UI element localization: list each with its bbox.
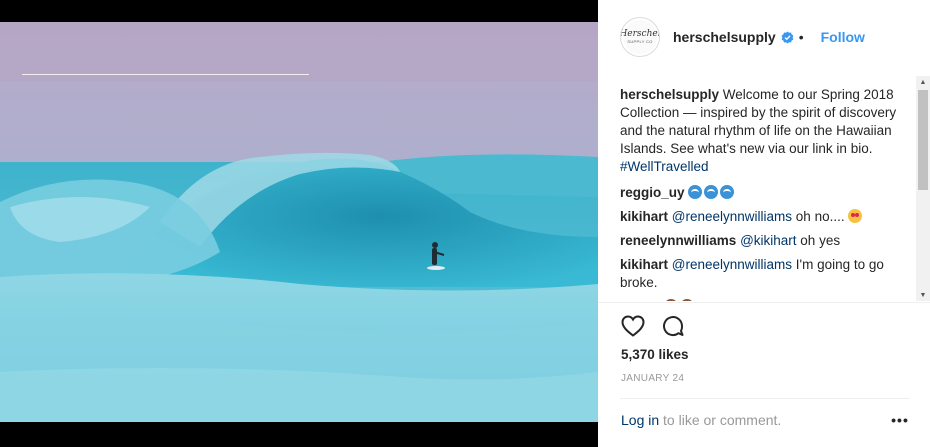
post-caption: herschelsupply Welcome to our Spring 201… [620, 86, 908, 176]
header-separator: • [798, 29, 804, 45]
footer-divider [620, 398, 910, 399]
scrollbar-thumb[interactable] [918, 90, 928, 190]
actions-divider [598, 302, 930, 303]
comments-list[interactable]: herschelsupply Welcome to our Spring 201… [620, 86, 908, 301]
comment-username[interactable]: kikihart [620, 209, 668, 224]
list-item: kikihart @reneelynnwilliams oh no.... [620, 208, 908, 226]
surf-wave-image [0, 22, 598, 422]
comment-mention[interactable]: @kikihart [740, 233, 796, 248]
list-item: reggio_uy [620, 184, 908, 202]
heart-eyes-emoji-icon [848, 209, 863, 223]
more-options-icon[interactable]: ••• [890, 410, 910, 430]
heart-icon [621, 315, 645, 337]
comment-mention[interactable]: @reneelynnwilliams [672, 257, 792, 272]
follow-button[interactable]: Follow [821, 29, 865, 45]
caption-username[interactable]: herschelsupply [620, 87, 719, 102]
wave-emoji-icon [704, 185, 719, 199]
comment-text: oh yes [796, 233, 841, 248]
avatar[interactable]: Herschel SUPPLY CO [620, 17, 660, 57]
comments-scrollbar[interactable]: ▲ ▼ [916, 76, 930, 301]
post-media [0, 0, 598, 447]
comment-username[interactable]: reneelynnwilliams [620, 233, 736, 248]
login-prompt-text: to like or comment. [659, 412, 782, 428]
comment-username[interactable]: alibuff [620, 299, 661, 301]
account-username[interactable]: herschelsupply [673, 29, 776, 45]
list-item: kikihart @reneelynnwilliams I'm going to… [620, 256, 908, 292]
comment-button[interactable] [660, 313, 686, 339]
face-emoji-icon [664, 299, 679, 301]
wave-emoji-icon [688, 185, 703, 199]
brand-logo: Herschel SUPPLY CO [620, 20, 660, 54]
likes-count[interactable]: 5,370 likes [621, 347, 689, 362]
post-date[interactable]: JANUARY 24 [621, 373, 684, 384]
like-button[interactable] [620, 313, 646, 339]
comment-mention[interactable]: @reneelynnwilliams [672, 209, 792, 224]
caption-hashtag[interactable]: #WellTravelled [620, 159, 709, 174]
brand-logo-text: Herschel [620, 29, 660, 39]
instagram-post-embed: Herschel SUPPLY CO herschelsupply • Foll… [0, 0, 930, 447]
comment-username[interactable]: kikihart [620, 257, 668, 272]
face-emoji-icon [680, 299, 695, 301]
verified-badge-icon [781, 31, 794, 44]
brand-logo-subtext: SUPPLY CO [627, 39, 653, 44]
comment-username[interactable]: reggio_uy [620, 185, 685, 200]
post-header: Herschel SUPPLY CO herschelsupply • Foll… [598, 0, 930, 74]
list-item: reneelynnwilliams @kikihart oh yes [620, 232, 908, 250]
scroll-down-arrow-icon[interactable]: ▼ [916, 289, 930, 301]
comment-icon [663, 316, 684, 337]
list-item: alibuff [620, 298, 908, 301]
post-actions [620, 313, 700, 339]
scroll-up-arrow-icon[interactable]: ▲ [916, 76, 930, 88]
login-link[interactable]: Log in [621, 412, 659, 428]
comment-text: oh no.... [792, 209, 849, 224]
login-prompt: Log in to like or comment. [621, 412, 781, 428]
wave-emoji-icon [720, 185, 735, 199]
header-divider [22, 74, 309, 75]
post-photo[interactable] [0, 22, 598, 422]
